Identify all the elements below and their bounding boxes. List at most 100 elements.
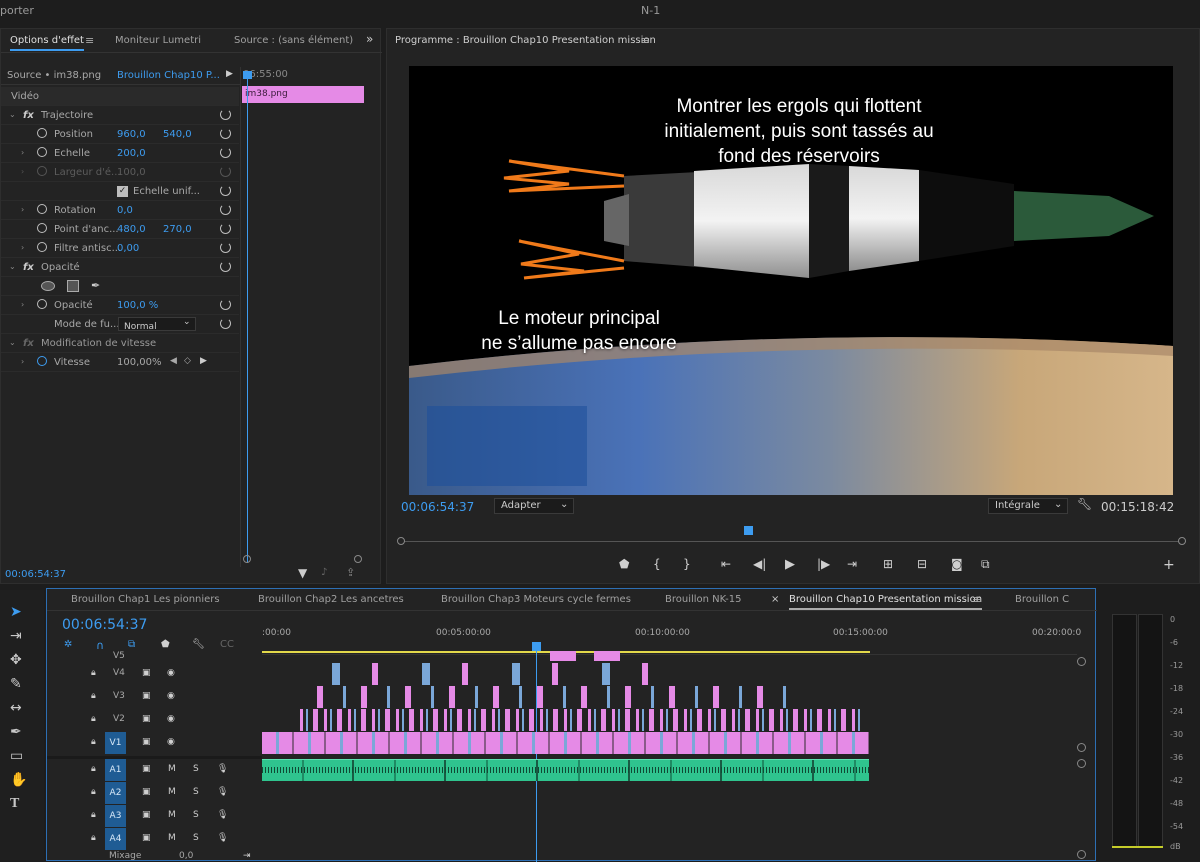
film-icon[interactable]: ▣ — [142, 691, 151, 701]
scrubber-playhead[interactable] — [744, 526, 753, 535]
param-value[interactable]: 200,0 — [117, 148, 146, 159]
track-label[interactable]: A4 — [105, 828, 126, 850]
mark-out-icon[interactable]: } — [683, 557, 691, 571]
wrench-icon[interactable]: 🔧︎ — [1077, 497, 1092, 511]
mute-button[interactable]: M — [168, 787, 176, 797]
scroll-handle[interactable] — [1077, 850, 1086, 859]
effect-speed[interactable]: ⌄ fx Modification de vitesse — [1, 334, 239, 353]
scroll-handle[interactable] — [1077, 743, 1086, 752]
param-value-y[interactable]: 540,0 — [163, 129, 192, 140]
chevron-down-icon[interactable]: ⌄ — [9, 262, 16, 271]
film-icon[interactable]: ▣ — [142, 810, 151, 820]
eye-icon[interactable]: ◉ — [167, 691, 175, 701]
marker-icon[interactable]: ⬟ — [619, 557, 629, 571]
reset-icon[interactable] — [220, 242, 231, 253]
vertical-scrollbar[interactable] — [1077, 657, 1089, 862]
lock-icon[interactable]: 🔒︎ — [91, 833, 96, 843]
eye-icon[interactable]: ◉ — [167, 714, 175, 724]
prev-keyframe-icon[interactable]: ◀ — [170, 356, 177, 366]
fit-select[interactable]: Adapter ⌄ — [494, 498, 574, 514]
param-anchor[interactable]: Point d'anc... 480,0 270,0 — [1, 220, 239, 239]
chevron-down-icon[interactable]: ⌄ — [9, 110, 16, 119]
lock-icon[interactable]: 🔒︎ — [91, 810, 96, 820]
reset-icon[interactable] — [220, 299, 231, 310]
play-only-icon[interactable]: ▶ — [226, 69, 233, 79]
track-a3[interactable]: 🔒︎ A3 ▣ M S 🎙︎ — [47, 805, 261, 827]
v3-clip-strip[interactable] — [317, 686, 787, 708]
mute-button[interactable]: M — [168, 810, 176, 820]
ripple-edit-icon[interactable]: ✥ — [10, 652, 22, 668]
solo-button[interactable]: S — [193, 787, 199, 797]
chevron-right-icon[interactable]: › — [21, 148, 24, 157]
track-a1[interactable]: 🔒︎ A1 ▣ M S 🎙︎ — [47, 759, 261, 781]
compare-icon[interactable]: ⧉ — [981, 557, 990, 572]
audio-loop-icon[interactable]: ♪ — [321, 567, 327, 578]
track-v1[interactable]: 🔒︎ V1 ▣ ◉ — [47, 732, 261, 754]
program-timecode[interactable]: 00:06:54:37 — [401, 500, 474, 514]
lock-icon[interactable]: 🔒︎ — [91, 764, 96, 774]
track-a4[interactable]: 🔒︎ A4 ▣ M S 🎙︎ — [47, 828, 261, 850]
fx-icon[interactable]: fx — [23, 338, 34, 349]
param-value[interactable]: 0,00 — [117, 243, 139, 254]
go-to-in-icon[interactable]: ⇤ — [721, 557, 731, 571]
param-value[interactable]: 100,0 % — [117, 300, 158, 311]
chevron-right-icon[interactable]: › — [21, 357, 24, 366]
reset-icon[interactable] — [220, 185, 231, 196]
chevron-right-icon[interactable]: › — [21, 205, 24, 214]
type-icon[interactable]: T — [10, 796, 19, 812]
tab-source[interactable]: Source : (sans élément) — [234, 35, 353, 46]
menu-icon[interactable]: ≡ — [641, 34, 650, 47]
play-icon[interactable]: ▶ — [785, 557, 795, 572]
mark-in-icon[interactable]: { — [653, 557, 661, 571]
stopwatch-icon[interactable] — [37, 223, 47, 233]
mini-playhead-handle[interactable] — [243, 71, 252, 79]
blend-mode-select[interactable]: Normal ⌄ — [118, 317, 196, 332]
extract-icon[interactable]: ⊟ — [917, 557, 927, 571]
v4-clip-strip[interactable] — [332, 663, 652, 685]
param-opacity[interactable]: › Opacité 100,0 % — [1, 296, 239, 315]
chevron-right-icon[interactable]: › — [21, 300, 24, 309]
stopwatch-icon[interactable] — [37, 204, 47, 214]
fx-icon[interactable]: fx — [23, 262, 34, 273]
scroll-handle[interactable] — [1077, 657, 1086, 666]
scroll-handle[interactable] — [1077, 759, 1086, 768]
film-icon[interactable]: ▣ — [142, 668, 151, 678]
camera-icon[interactable]: ◙ — [951, 557, 963, 571]
export-icon[interactable]: ⇪ — [346, 566, 355, 579]
v5-clip-strip[interactable] — [550, 651, 636, 661]
film-icon[interactable]: ▣ — [142, 714, 151, 724]
param-value-x[interactable]: 960,0 — [117, 129, 146, 140]
lock-icon[interactable]: 🔒︎ — [91, 787, 96, 797]
param-speed[interactable]: › Vitesse 100,00% ◀ ◇ ▶ — [1, 353, 239, 372]
rectangle-mask-icon[interactable] — [67, 280, 79, 292]
track-mix[interactable]: Mixage 0,0 ⇥ — [47, 851, 261, 862]
sequence-label[interactable]: Brouillon Chap10 P... — [117, 70, 220, 81]
lock-icon[interactable]: 🔒︎ — [91, 714, 96, 724]
scrubber-start[interactable] — [397, 537, 405, 545]
film-icon[interactable]: ▣ — [142, 833, 151, 843]
menu-icon[interactable]: ≡ — [85, 34, 94, 47]
track-v4[interactable]: 🔒︎ V4 ▣ ◉ — [47, 663, 261, 685]
film-icon[interactable]: ▣ — [142, 764, 151, 774]
track-label[interactable]: V1 — [105, 732, 126, 754]
quality-select[interactable]: Intégrale ⌄ — [988, 498, 1068, 514]
stopwatch-icon[interactable] — [37, 147, 47, 157]
mute-button[interactable]: M — [168, 764, 176, 774]
lift-icon[interactable]: ⊞ — [883, 557, 893, 571]
effects-timecode[interactable]: 00:06:54:37 — [5, 569, 66, 580]
chevron-down-icon[interactable]: ⌄ — [9, 338, 16, 347]
hand-icon[interactable]: ✋ — [10, 772, 27, 788]
go-to-icon[interactable]: ⇥ — [243, 851, 251, 861]
scrubber-end[interactable] — [1178, 537, 1186, 545]
lock-icon[interactable]: 🔒︎ — [91, 737, 96, 747]
pen-icon[interactable]: ✒ — [10, 724, 22, 740]
v2-clip-strip[interactable] — [300, 709, 865, 731]
track-v3[interactable]: 🔒︎ V3 ▣ ◉ — [47, 686, 261, 708]
scroll-start[interactable] — [243, 555, 251, 563]
reset-icon[interactable] — [220, 128, 231, 139]
param-rotation[interactable]: › Rotation 0,0 — [1, 201, 239, 220]
microphone-icon[interactable]: 🎙︎ — [217, 833, 228, 843]
stopwatch-icon[interactable] — [37, 356, 47, 366]
track-v5[interactable]: V5 — [47, 649, 261, 663]
mix-value[interactable]: 0,0 — [179, 851, 193, 861]
